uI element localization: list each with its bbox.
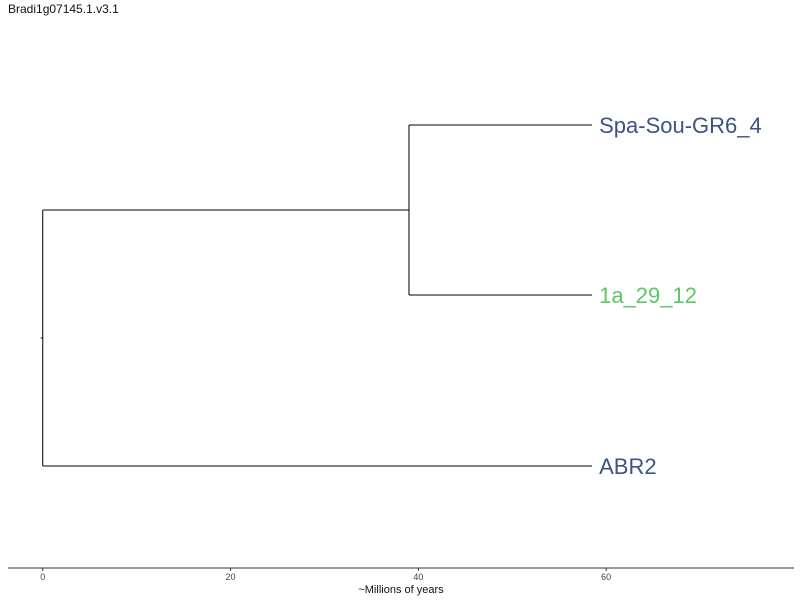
tip-label: 1a_29_12 (599, 283, 697, 308)
axis-tick-label: 40 (413, 572, 423, 582)
axis-tick-label: 20 (226, 572, 236, 582)
tip-label: Spa-Sou-GR6_4 (599, 113, 762, 138)
tree-tip-labels: Spa-Sou-GR6_4 1a_29_12 ABR2 (599, 113, 762, 479)
tree-branches (40, 124, 593, 467)
axis-ticks: 0 20 40 60 (40, 568, 611, 582)
tip-label: ABR2 (599, 454, 656, 479)
axis-tick-label: 0 (40, 572, 45, 582)
time-axis: 0 20 40 60 ~Millions of years (8, 567, 794, 596)
x-axis-label: ~Millions of years (358, 584, 444, 596)
phylogenetic-tree: Spa-Sou-GR6_4 1a_29_12 ABR2 0 20 40 60 ~Milli… (8, 113, 794, 596)
axis-tick-label: 60 (601, 572, 611, 582)
